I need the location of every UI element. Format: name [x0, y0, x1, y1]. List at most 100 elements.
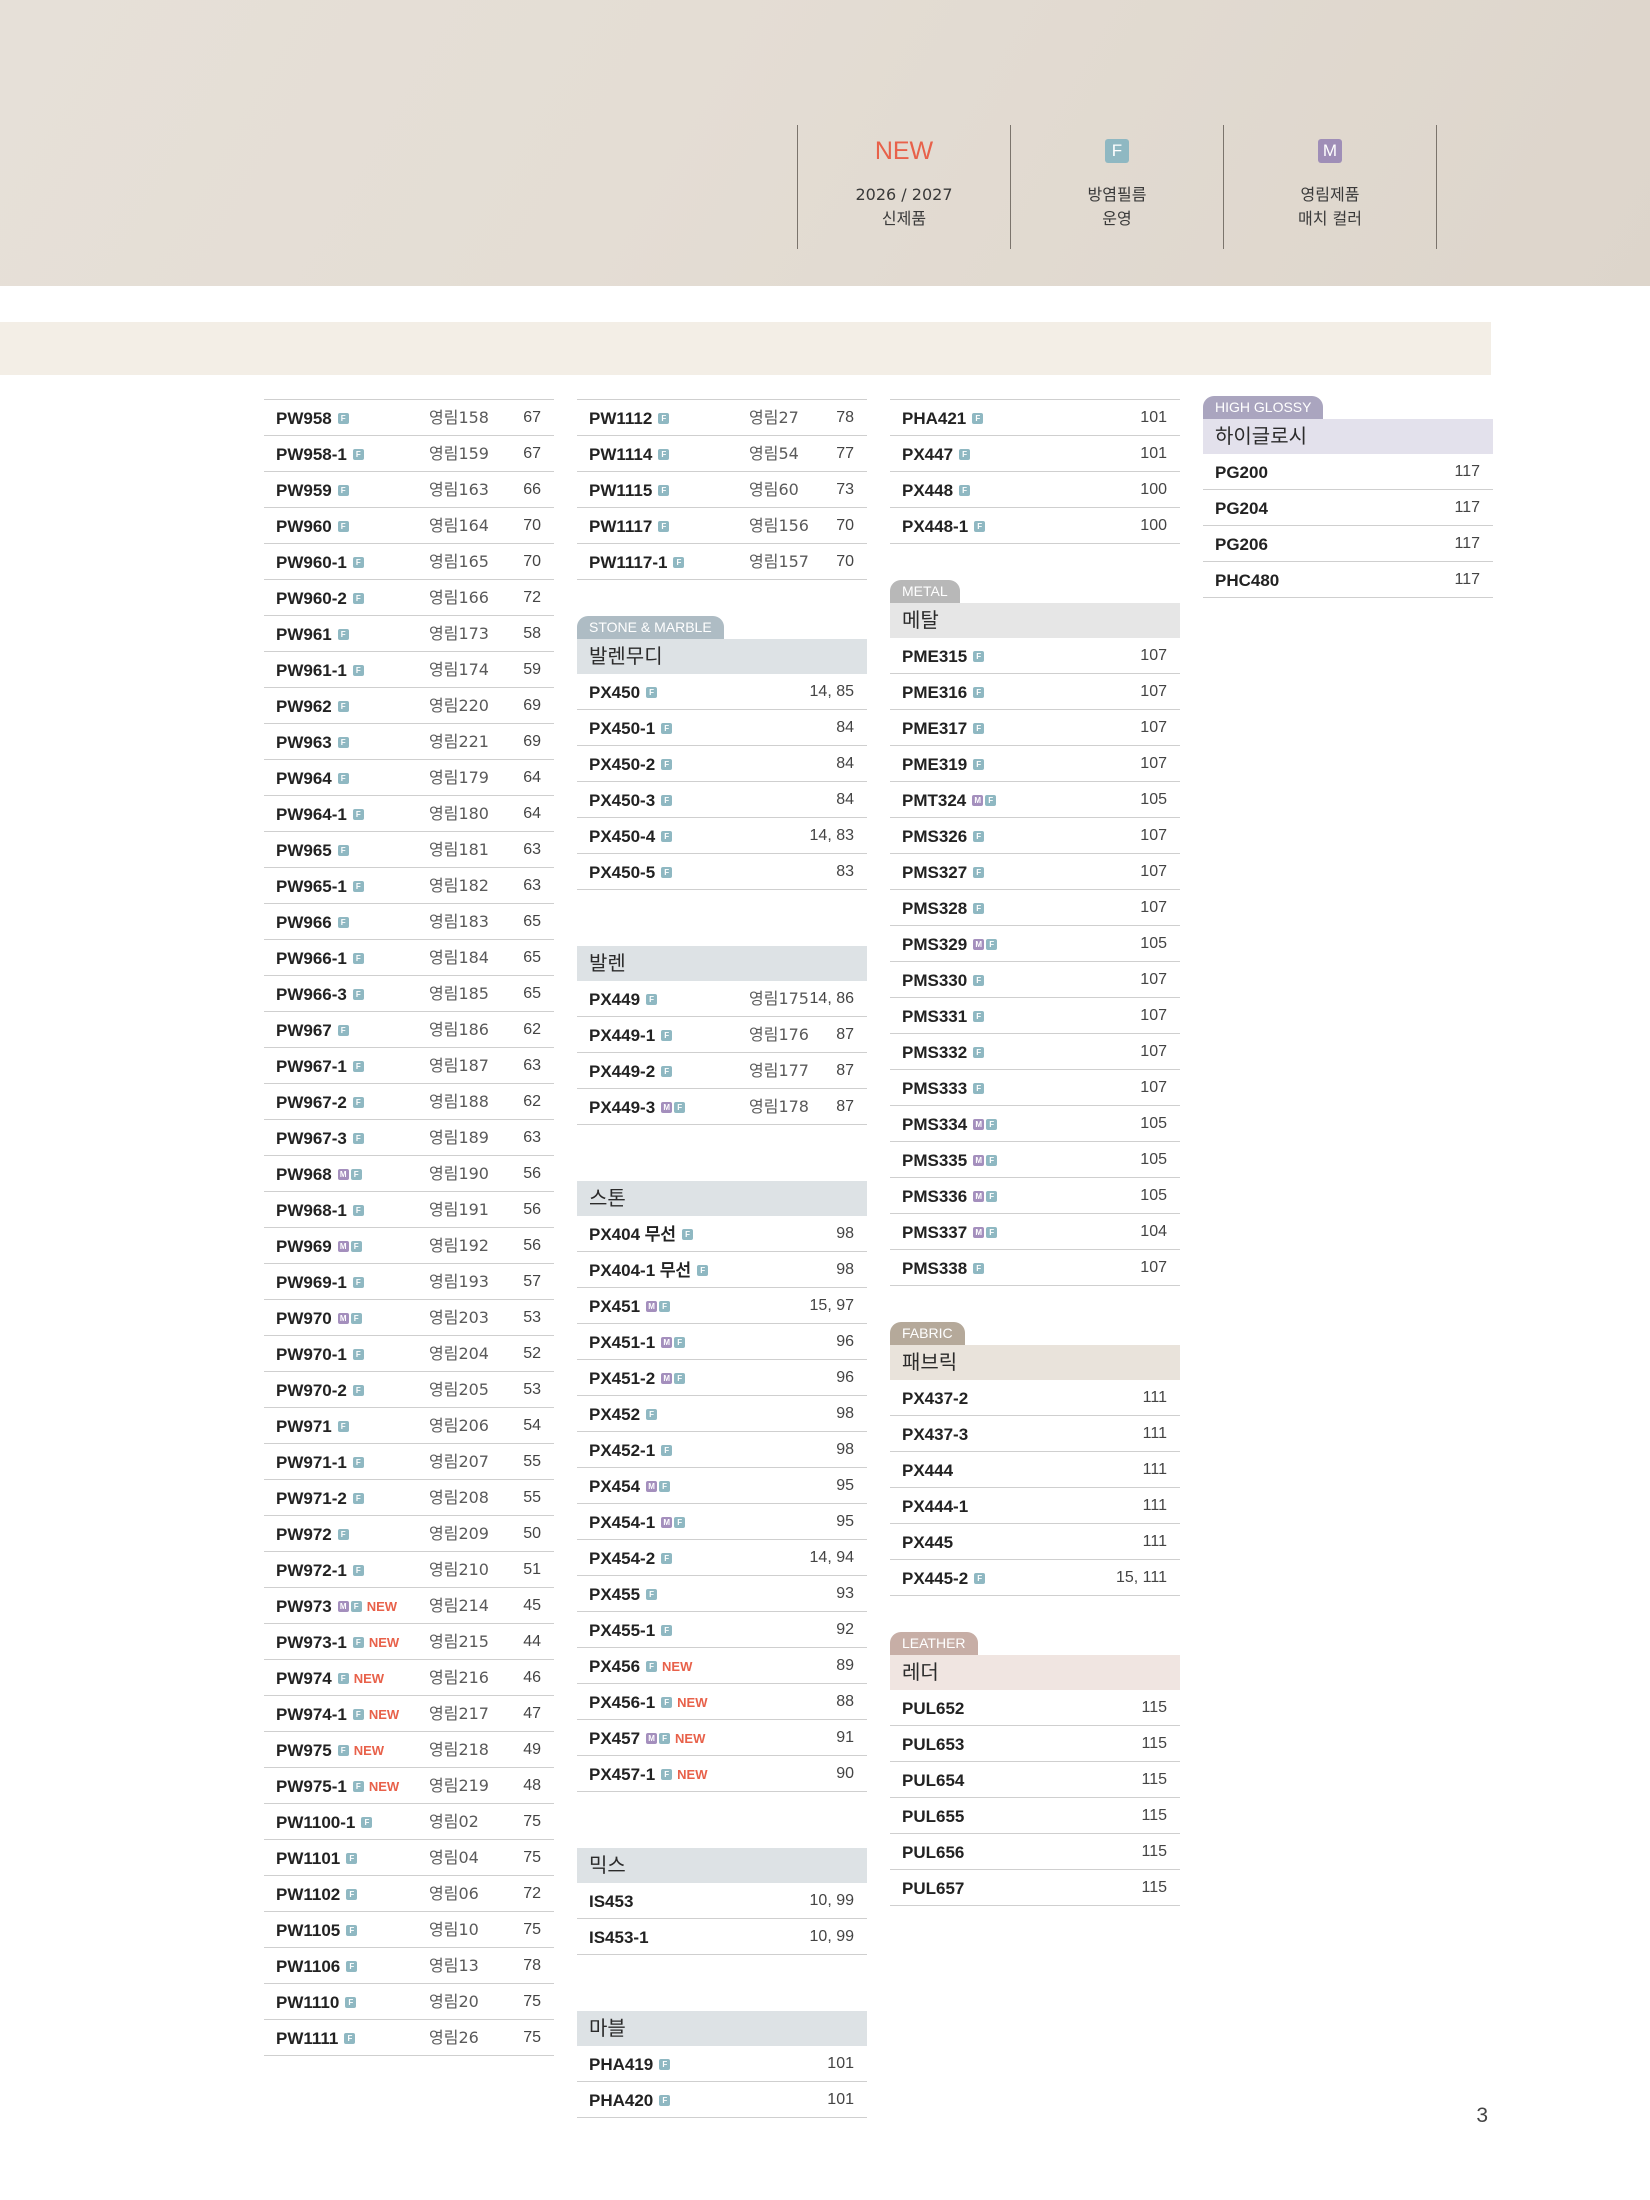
fire-film-badge-icon: F — [352, 1097, 364, 1109]
product-code-text: PX450-1 — [589, 719, 656, 739]
fire-film-badge-icon: F — [352, 1565, 364, 1577]
page-reference: 75 — [523, 1993, 541, 2010]
product-code-text: PX456-1 — [589, 1693, 656, 1713]
fire-film-badge-icon: F — [661, 1066, 673, 1078]
table-row: PW964-1 F 영림180 64 — [264, 796, 554, 832]
product-code-text: PW962 — [276, 697, 332, 717]
page-reference: 78 — [523, 1957, 541, 1974]
fire-film-badge-icon: F — [661, 867, 673, 879]
page-reference: 14, 94 — [809, 1549, 854, 1566]
product-code-text: PW960 — [276, 517, 332, 537]
product-code-text: PUL653 — [902, 1735, 965, 1755]
table-row: PW966 F 영림183 65 — [264, 904, 554, 940]
product-code-text: PW961 — [276, 625, 332, 645]
product-code-text: PW967-1 — [276, 1057, 347, 1077]
product-code: PHA421 F — [902, 400, 984, 436]
fire-film-badge-icon: F — [673, 557, 685, 569]
product-code: PX454-2 F — [589, 1540, 673, 1576]
table-row: PMS327 F 107 — [890, 854, 1180, 890]
product-code: PW969 M F — [276, 1228, 362, 1264]
fire-film-badge-icon: F — [661, 759, 673, 771]
product-code: IS453 — [589, 1883, 633, 1919]
new-badge: NEW — [662, 1659, 693, 1675]
product-code-text: PW960-2 — [276, 589, 347, 609]
page-reference: 59 — [523, 661, 541, 678]
table-row: PX455 F 93 — [577, 1576, 867, 1612]
product-code: PW1117 F — [589, 508, 670, 544]
page-reference: 65 — [523, 913, 541, 930]
product-code: PW971-2 F — [276, 1480, 364, 1516]
fire-film-badge-icon: F — [352, 449, 364, 461]
page-reference: 47 — [523, 1705, 541, 1722]
table-row: PME317 F 107 — [890, 710, 1180, 746]
table-row: PW1101 F 영림04 75 — [264, 1840, 554, 1876]
product-code-text: PW969 — [276, 1237, 332, 1257]
new-badge: NEW — [353, 1671, 385, 1687]
table-row: PW1100-1 F 영림02 75 — [264, 1804, 554, 1840]
table-row: PX404 무선 F 98 — [577, 1216, 867, 1252]
match-color-code: 영림164 — [429, 516, 489, 535]
table-row: PW1102 F 영림06 72 — [264, 1876, 554, 1912]
product-code: PX451 M F — [589, 1288, 671, 1324]
product-code: PW973 M F NEW — [276, 1588, 397, 1624]
product-code-text: PX452-1 — [589, 1441, 656, 1461]
product-code: PW1112 F — [589, 400, 670, 436]
table-row: PW1117-1 F 영림157 70 — [577, 544, 867, 580]
product-code-text: PX448-1 — [902, 517, 969, 537]
table-row: PMT324 M F 105 — [890, 782, 1180, 818]
section-header: METAL 메탈 — [890, 580, 1180, 638]
product-code-text: PX454-1 — [589, 1513, 656, 1533]
new-badge: NEW — [677, 1767, 708, 1783]
page-reference: 56 — [523, 1165, 541, 1182]
product-code: PW972-1 F — [276, 1552, 364, 1588]
fire-film-badge-icon: F — [352, 1709, 364, 1721]
page-reference: 54 — [523, 1417, 541, 1434]
product-code-text: PUL655 — [902, 1807, 965, 1827]
product-code-text: PX445 — [902, 1533, 954, 1553]
page-reference: 95 — [836, 1477, 854, 1494]
product-code: PX447 F — [902, 436, 971, 472]
product-code: PW975 F NEW — [276, 1732, 384, 1768]
page-reference: 58 — [523, 625, 541, 642]
page-reference: 63 — [523, 1129, 541, 1146]
product-code: PUL657 — [902, 1870, 964, 1906]
product-code-text: PX451-2 — [589, 1369, 656, 1389]
table-row: PX449-2 F 영림177 87 — [577, 1053, 867, 1089]
page-reference: 45 — [523, 1597, 541, 1614]
product-code: PMT324 M F — [902, 782, 997, 818]
product-code-text: PW967-2 — [276, 1093, 347, 1113]
product-code: PX449-2 F — [589, 1053, 673, 1089]
match-color-code: 영림166 — [429, 588, 489, 607]
page-reference: 75 — [523, 2029, 541, 2046]
product-code: PME315 F — [902, 638, 985, 674]
match-color-code: 영림180 — [429, 804, 489, 823]
table-row: PW973 M F NEW 영림214 45 — [264, 1588, 554, 1624]
page-reference: 69 — [523, 697, 541, 714]
product-code-text: PX449 — [589, 990, 641, 1010]
category-title: 레더 — [890, 1655, 1180, 1690]
match-color-code: 영림10 — [429, 1920, 479, 1939]
product-code: PW966-1 F — [276, 940, 364, 976]
product-code: PUL654 — [902, 1762, 964, 1798]
table-row: PW973-1 F NEW 영림215 44 — [264, 1624, 554, 1660]
page-reference: 46 — [523, 1669, 541, 1686]
product-code-text: PUL657 — [902, 1879, 965, 1899]
fire-film-badge-icon: F — [959, 449, 971, 461]
table-row: PW958 F 영림158 67 — [264, 399, 554, 436]
table-row: PW967-3 F 영림189 63 — [264, 1120, 554, 1156]
page-reference: 105 — [1140, 1151, 1167, 1168]
product-code-text: PX449-1 — [589, 1026, 656, 1046]
match-color-code: 영림54 — [749, 444, 799, 463]
product-code-text: PME319 — [902, 755, 968, 775]
page-reference: 115 — [1141, 1735, 1167, 1752]
new-badge: NEW — [366, 1599, 398, 1615]
table-row: PX456 F NEW 89 — [577, 1648, 867, 1684]
match-color-badge-icon: M — [973, 1155, 985, 1167]
fire-film-badge-icon: F — [973, 1047, 985, 1059]
new-badge: NEW — [368, 1779, 400, 1795]
product-code-text: PX456 — [589, 1657, 641, 1677]
table-row: PW970 M F 영림203 53 — [264, 1300, 554, 1336]
product-code: PX454-1 M F — [589, 1504, 686, 1540]
table-row: PX454-1 M F 95 — [577, 1504, 867, 1540]
